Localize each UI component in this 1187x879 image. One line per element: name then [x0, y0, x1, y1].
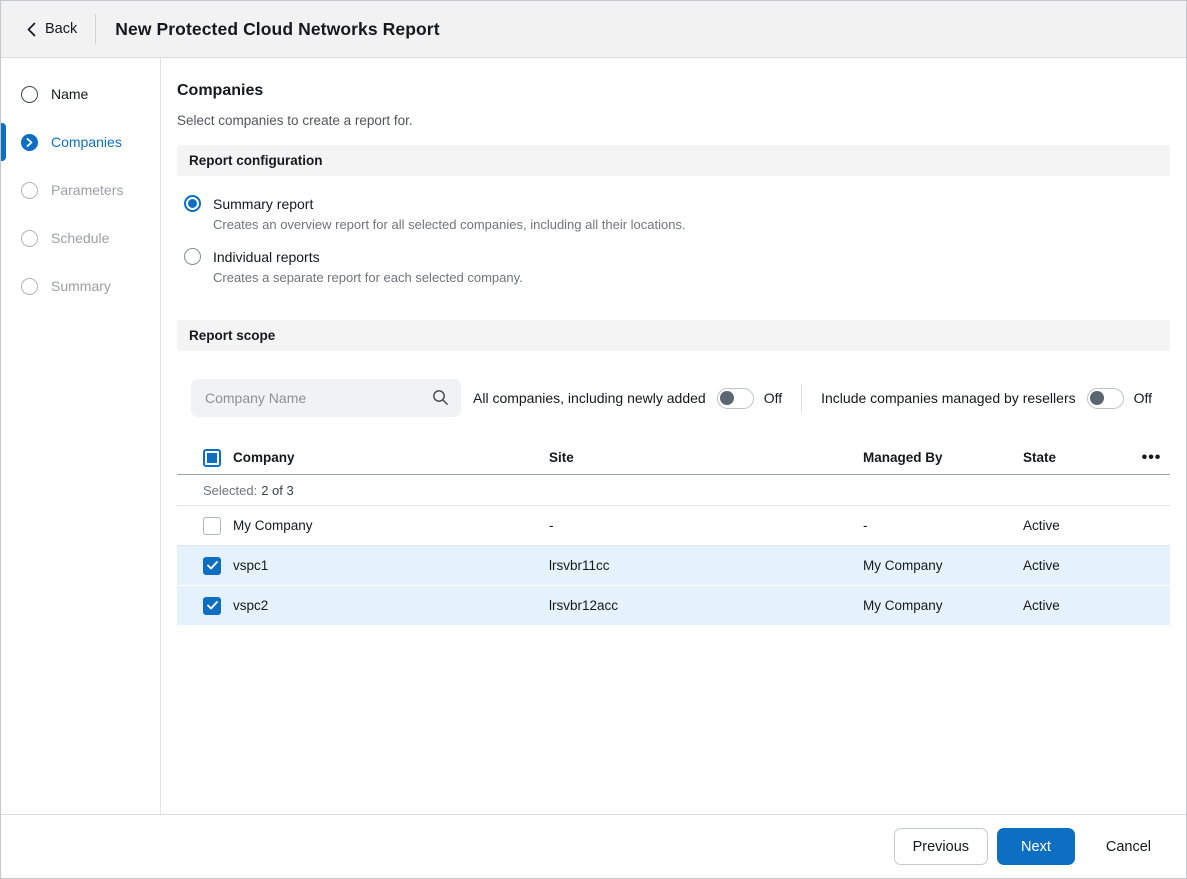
- scope-filter-controls: All companies, including newly added Off…: [177, 379, 1170, 417]
- step-circle-icon: [21, 230, 38, 247]
- table-row[interactable]: My Company - - Active: [177, 506, 1170, 546]
- report-type-radio-group: Summary report Creates an overview repor…: [177, 176, 1170, 303]
- resellers-toggle[interactable]: [1087, 388, 1124, 409]
- back-chevron-icon: [27, 22, 36, 37]
- header-divider: [95, 14, 96, 44]
- back-label: Back: [45, 21, 77, 37]
- cell-managed-by: My Company: [863, 598, 1023, 613]
- selection-summary-label: Selected:: [203, 483, 257, 498]
- summary-report-radio[interactable]: Summary report: [184, 195, 1170, 212]
- cell-managed-by: My Company: [863, 558, 1023, 573]
- company-name-search-input[interactable]: [191, 379, 461, 417]
- search-icon: [432, 389, 449, 411]
- column-header-site[interactable]: Site: [549, 450, 863, 465]
- radio-unselected-icon: [184, 248, 201, 265]
- radio-description: Creates a separate report for each selec…: [213, 270, 1170, 285]
- step-heading: Companies: [177, 82, 1170, 100]
- controls-divider: [801, 384, 802, 412]
- step-content: Companies Select companies to create a r…: [161, 58, 1186, 814]
- wizard-window: Back New Protected Cloud Networks Report…: [0, 0, 1187, 879]
- step-schedule[interactable]: Schedule: [1, 214, 160, 262]
- report-configuration-section-header: Report configuration: [177, 145, 1170, 176]
- all-companies-toggle[interactable]: [717, 388, 754, 409]
- step-companies[interactable]: Companies: [1, 118, 160, 166]
- cell-site: lrsvbr11cc: [549, 558, 863, 573]
- report-scope-section-header: Report scope: [177, 320, 1170, 351]
- toggle-state-label: Off: [764, 390, 782, 406]
- active-step-indicator: [1, 171, 6, 209]
- column-menu-ellipsis-icon[interactable]: •••: [1133, 449, 1170, 467]
- step-label: Schedule: [51, 230, 109, 246]
- cell-state: Active: [1023, 558, 1133, 573]
- step-parameters[interactable]: Parameters: [1, 166, 160, 214]
- table-header-row: Company Site Managed By State •••: [177, 441, 1170, 475]
- next-button[interactable]: Next: [997, 828, 1075, 865]
- table-row[interactable]: vspc2 lrsvbr12acc My Company Active: [177, 586, 1170, 626]
- active-step-indicator: [1, 75, 6, 113]
- wizard-steps-sidebar: Name Companies Parameters Schedule: [1, 58, 161, 814]
- all-companies-toggle-group: All companies, including newly added Off: [473, 388, 782, 409]
- toggle-state-label: Off: [1134, 390, 1152, 406]
- cell-company: My Company: [233, 518, 549, 533]
- selection-summary-value: 2 of 3: [261, 483, 294, 498]
- step-current-chevron-icon: [21, 134, 38, 151]
- step-subtitle: Select companies to create a report for.: [177, 113, 1170, 128]
- column-header-managed-by[interactable]: Managed By: [863, 450, 1023, 465]
- radio-description: Creates an overview report for all selec…: [213, 217, 1170, 232]
- resellers-toggle-group: Include companies managed by resellers O…: [821, 388, 1152, 409]
- step-name[interactable]: Name: [1, 70, 160, 118]
- back-button[interactable]: Back: [1, 1, 87, 57]
- step-label: Parameters: [51, 182, 123, 198]
- radio-selected-icon: [184, 195, 201, 212]
- previous-button[interactable]: Previous: [894, 828, 988, 865]
- cell-state: Active: [1023, 598, 1133, 613]
- cell-site: -: [549, 518, 863, 533]
- step-circle-icon: [21, 278, 38, 295]
- row-checkbox-checked[interactable]: [203, 597, 221, 615]
- radio-label: Individual reports: [213, 249, 320, 265]
- radio-label: Summary report: [213, 196, 313, 212]
- active-step-indicator: [1, 219, 6, 257]
- row-checkbox-checked[interactable]: [203, 557, 221, 575]
- cell-company: vspc2: [233, 598, 549, 613]
- step-label: Name: [51, 86, 88, 102]
- page-title: New Protected Cloud Networks Report: [115, 19, 439, 40]
- selection-summary: Selected: 2 of 3: [177, 475, 1170, 506]
- row-checkbox[interactable]: [203, 517, 221, 535]
- wizard-footer: Previous Next Cancel: [1, 814, 1186, 878]
- step-label: Summary: [51, 278, 111, 294]
- individual-reports-radio[interactable]: Individual reports: [184, 248, 1170, 265]
- toggle-label: All companies, including newly added: [473, 390, 706, 406]
- companies-table: Company Site Managed By State ••• Select…: [177, 441, 1170, 626]
- column-header-company[interactable]: Company: [233, 450, 549, 465]
- active-step-indicator: [1, 267, 6, 305]
- cell-state: Active: [1023, 518, 1133, 533]
- top-bar: Back New Protected Cloud Networks Report: [1, 1, 1186, 58]
- step-summary[interactable]: Summary: [1, 262, 160, 310]
- step-label: Companies: [51, 134, 122, 150]
- active-step-indicator: [1, 123, 6, 161]
- toggle-knob: [1090, 391, 1104, 405]
- cell-managed-by: -: [863, 518, 1023, 533]
- step-circle-icon: [21, 86, 38, 103]
- cell-company: vspc1: [233, 558, 549, 573]
- step-circle-icon: [21, 182, 38, 199]
- cell-site: lrsvbr12acc: [549, 598, 863, 613]
- table-row[interactable]: vspc1 lrsvbr11cc My Company Active: [177, 546, 1170, 586]
- column-header-state[interactable]: State: [1023, 450, 1133, 465]
- select-all-checkbox[interactable]: [203, 449, 221, 467]
- toggle-label: Include companies managed by resellers: [821, 390, 1075, 406]
- toggle-knob: [720, 391, 734, 405]
- cancel-button[interactable]: Cancel: [1106, 828, 1151, 865]
